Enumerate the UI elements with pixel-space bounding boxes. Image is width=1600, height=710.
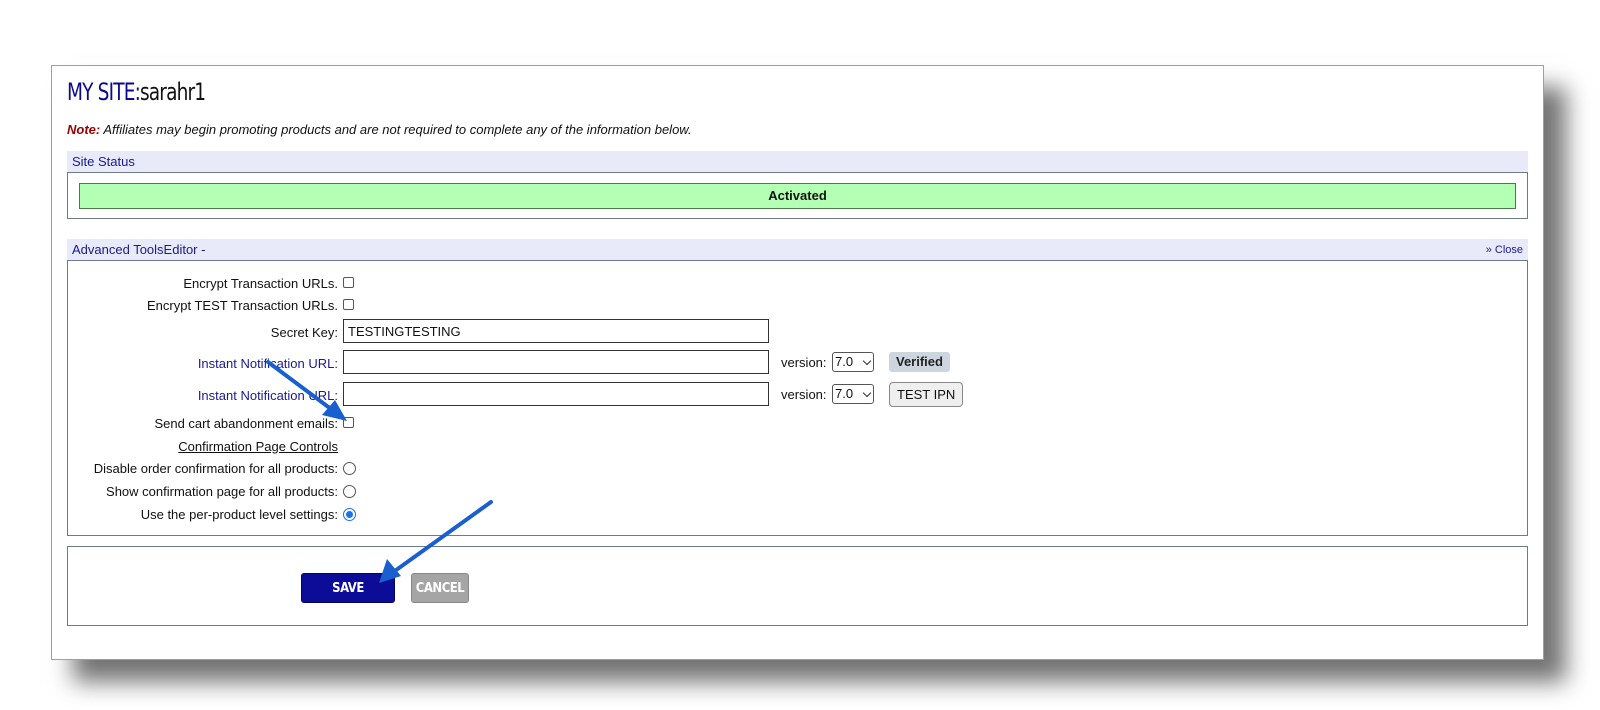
version-select-1[interactable]: 7.0 (832, 352, 874, 372)
close-link[interactable]: » Close (1486, 244, 1523, 256)
cart-abandon-checkbox[interactable] (343, 417, 354, 428)
ins-url-row-1: Instant Notification URL: version: 7.0 V… (68, 350, 1508, 374)
per-product-label: Use the per-product level settings: (140, 507, 338, 522)
note-message: Affiliates may begin promoting products … (103, 122, 692, 137)
show-confirm-label: Show confirmation page for all products: (106, 484, 338, 499)
version-select-value-2: 7.0 (835, 386, 854, 401)
disable-confirm-label: Disable order confirmation for all produ… (93, 461, 338, 476)
cart-abandon-row: Send cart abandonment emails: (68, 413, 1508, 435)
secret-key-label: Secret Key: (270, 325, 338, 340)
secret-key-row: Secret Key: (68, 319, 1508, 343)
version-select-value-1: 7.0 (835, 354, 854, 369)
ins-url-label-1[interactable]: Instant Notification URL: (198, 356, 338, 371)
confirmation-heading: Confirmation Page Controls (178, 439, 338, 454)
site-username: sarahr1 (139, 78, 206, 106)
save-changes-button[interactable]: SAVE CHANGES (301, 573, 395, 626)
site-settings-panel: MY SITE:sarahr1 Note: Affiliates may beg… (51, 65, 1544, 660)
encrypt-urls-label: Encrypt Transaction URLs. (183, 276, 338, 291)
note-text: Note: Affiliates may begin promoting pro… (67, 122, 692, 137)
site-status-box: Activated (67, 172, 1528, 219)
cart-abandon-label: Send cart abandonment emails: (154, 416, 338, 431)
ins-url-row-2: Instant Notification URL: version: 7.0 T… (68, 382, 1508, 407)
site-status-header: Site Status (67, 151, 1528, 172)
encrypt-test-urls-checkbox[interactable] (343, 299, 354, 310)
disable-confirm-radio[interactable] (343, 462, 356, 475)
encrypt-test-urls-row: Encrypt TEST Transaction URLs. (68, 295, 1508, 317)
show-confirm-radio[interactable] (343, 485, 356, 498)
chevron-down-icon (862, 356, 872, 366)
encrypt-urls-checkbox[interactable] (343, 277, 354, 288)
chevron-down-icon (862, 388, 872, 398)
advanced-tools-box: Encrypt Transaction URLs. Encrypt TEST T… (67, 260, 1528, 536)
test-ipn-button[interactable]: TEST IPN (889, 382, 964, 407)
cancel-button[interactable]: CANCEL (411, 573, 469, 603)
version-label-2: version: (781, 387, 827, 402)
secret-key-input[interactable] (343, 319, 769, 343)
note-label: Note: (67, 122, 101, 137)
confirmation-heading-row: Confirmation Page Controls (68, 436, 1508, 458)
show-confirm-row: Show confirmation page for all products: (68, 481, 1508, 503)
encrypt-urls-row: Encrypt Transaction URLs. (68, 273, 1508, 295)
actions-box: SAVE CHANGES CANCEL (67, 546, 1528, 626)
version-select-2[interactable]: 7.0 (832, 384, 874, 404)
ins-url-label-2[interactable]: Instant Notification URL: (198, 388, 338, 403)
disable-confirm-row: Disable order confirmation for all produ… (68, 458, 1508, 480)
advanced-tools-header: Advanced ToolsEditor - » Close (67, 239, 1528, 260)
per-product-radio[interactable] (343, 508, 356, 521)
site-status-title: Site Status (72, 154, 135, 169)
advanced-tools-title: Advanced ToolsEditor - (72, 242, 206, 257)
encrypt-test-urls-label: Encrypt TEST Transaction URLs. (147, 298, 338, 313)
per-product-row: Use the per-product level settings: (68, 504, 1508, 526)
version-label-1: version: (781, 355, 827, 370)
page-title: MY SITE:sarahr1 (67, 78, 206, 106)
site-label: MY SITE: (67, 78, 141, 106)
verified-badge: Verified (889, 352, 950, 372)
ins-url-input-2[interactable] (343, 382, 769, 406)
ins-url-input-1[interactable] (343, 350, 769, 374)
status-badge: Activated (79, 183, 1516, 209)
